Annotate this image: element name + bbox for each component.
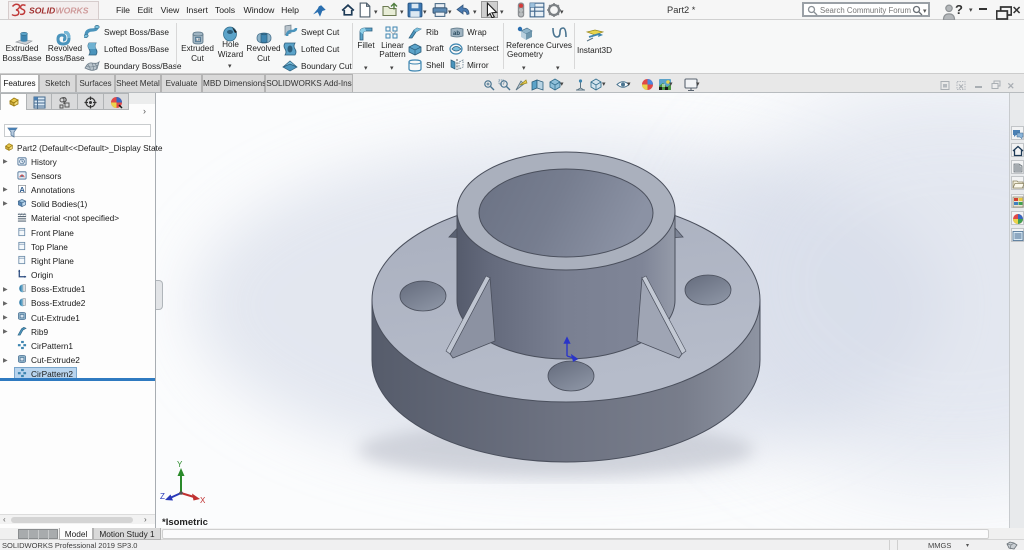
svg-text:WORKS: WORKS (56, 6, 89, 16)
svg-text:X: X (200, 496, 206, 505)
svg-text:ab: ab (453, 31, 460, 37)
svg-text:*Isometric: *Isometric (162, 517, 208, 528)
svg-text:LR: LR (196, 38, 201, 42)
svg-text:SOLID: SOLID (29, 6, 55, 16)
svg-text:Z: Z (160, 492, 165, 501)
svg-text:A: A (20, 185, 26, 194)
svg-text:Y: Y (177, 460, 183, 469)
